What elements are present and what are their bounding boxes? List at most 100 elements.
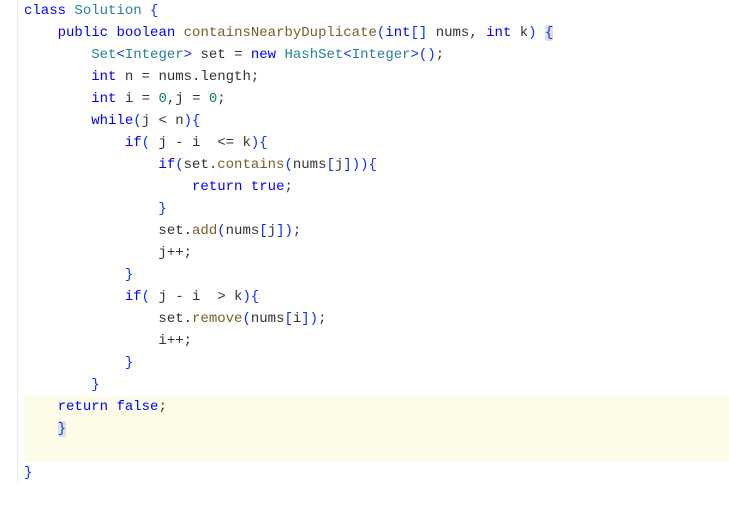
code-token: add: [192, 223, 217, 239]
line-number: [0, 22, 13, 44]
code-token: if: [125, 135, 142, 151]
code-token: [24, 113, 91, 129]
code-token: k: [511, 25, 528, 41]
code-token: j - i > k: [150, 289, 242, 305]
code-token: true: [251, 179, 285, 195]
code-token: [24, 91, 91, 107]
code-token: }: [158, 201, 166, 217]
code-token: [24, 399, 58, 415]
code-token: ){: [184, 113, 201, 129]
code-token: [: [326, 157, 334, 173]
code-editor: class Solution { public boolean contains…: [0, 0, 729, 484]
code-token: while: [91, 113, 133, 129]
code-token: i++;: [24, 333, 192, 349]
code-token: 0: [158, 91, 166, 107]
code-line: public boolean containsNearbyDuplicate(i…: [24, 22, 729, 44]
code-token: (: [175, 157, 183, 173]
code-token: ])){: [343, 157, 377, 173]
line-number: [0, 44, 13, 66]
code-line: j++;: [24, 242, 729, 264]
code-line: int i = 0,j = 0;: [24, 88, 729, 110]
code-token: int: [91, 91, 116, 107]
code-token: contains: [217, 157, 284, 173]
code-token: >: [184, 47, 192, 63]
code-token: int: [486, 25, 511, 41]
code-token: ){: [251, 135, 268, 151]
code-token: (: [284, 157, 292, 173]
code-token: }: [24, 465, 32, 481]
code-line: }: [24, 352, 729, 374]
code-token: class: [24, 3, 66, 19]
line-number: [0, 88, 13, 110]
code-token: ,j =: [167, 91, 209, 107]
code-line: }: [24, 374, 729, 396]
code-line: int n = nums.length;: [24, 66, 729, 88]
line-number: [0, 286, 13, 308]
line-number: [0, 418, 13, 440]
code-token: remove: [192, 311, 242, 327]
code-token: if: [125, 289, 142, 305]
code-token: (: [142, 135, 150, 151]
code-token: return: [58, 399, 108, 415]
line-number: [0, 66, 13, 88]
code-token: public: [58, 25, 108, 41]
code-token: [24, 421, 58, 437]
code-token: nums: [251, 311, 285, 327]
code-token: int: [385, 25, 410, 41]
code-token: ]): [301, 311, 318, 327]
code-token: [24, 355, 125, 371]
code-token: ;: [293, 223, 301, 239]
code-token: (: [242, 311, 250, 327]
code-token: ]): [276, 223, 293, 239]
line-number: [0, 374, 13, 396]
line-number: [0, 242, 13, 264]
code-token: HashSet: [285, 47, 344, 63]
code-token: set =: [192, 47, 251, 63]
code-token: set.: [24, 311, 192, 327]
code-line: Set<Integer> set = new HashSet<Integer>(…: [24, 44, 729, 66]
code-token: [24, 267, 125, 283]
code-line: return false;: [24, 396, 729, 418]
code-token: [24, 157, 158, 173]
code-line: return true;: [24, 176, 729, 198]
code-area[interactable]: class Solution { public boolean contains…: [18, 0, 729, 484]
code-token: [175, 25, 183, 41]
code-token: [24, 179, 192, 195]
line-number: [0, 462, 13, 484]
line-number: [0, 110, 13, 132]
code-token: j < n: [142, 113, 184, 129]
code-token: [24, 135, 125, 151]
code-line: while(j < n){: [24, 110, 729, 132]
code-token: []: [411, 25, 428, 41]
line-number: [0, 352, 13, 374]
code-token: false: [116, 399, 158, 415]
code-line: }: [24, 198, 729, 220]
code-line: }: [24, 264, 729, 286]
code-token: [24, 377, 91, 393]
line-number: [0, 396, 13, 418]
code-token: nums,: [427, 25, 486, 41]
code-line: if( j - i > k){: [24, 286, 729, 308]
line-number: [0, 176, 13, 198]
code-token: [24, 289, 125, 305]
code-token: }: [91, 377, 99, 393]
code-token: Solution: [74, 3, 141, 19]
code-token: {: [150, 3, 158, 19]
code-token: Integer: [125, 47, 184, 63]
code-token: nums: [293, 157, 327, 173]
code-token: int: [91, 69, 116, 85]
line-number: [0, 330, 13, 352]
code-token: ;: [158, 399, 166, 415]
code-token: ;: [284, 179, 292, 195]
code-token: }: [125, 355, 133, 371]
code-token: j++;: [24, 245, 192, 261]
code-token: [24, 69, 91, 85]
code-token: set.: [184, 157, 218, 173]
code-line: }: [24, 418, 729, 440]
line-number-gutter: [0, 0, 18, 484]
code-token: ;: [436, 47, 444, 63]
code-token: i =: [116, 91, 158, 107]
code-token: ;: [318, 311, 326, 327]
code-line: set.remove(nums[i]);: [24, 308, 729, 330]
line-number: [0, 132, 13, 154]
